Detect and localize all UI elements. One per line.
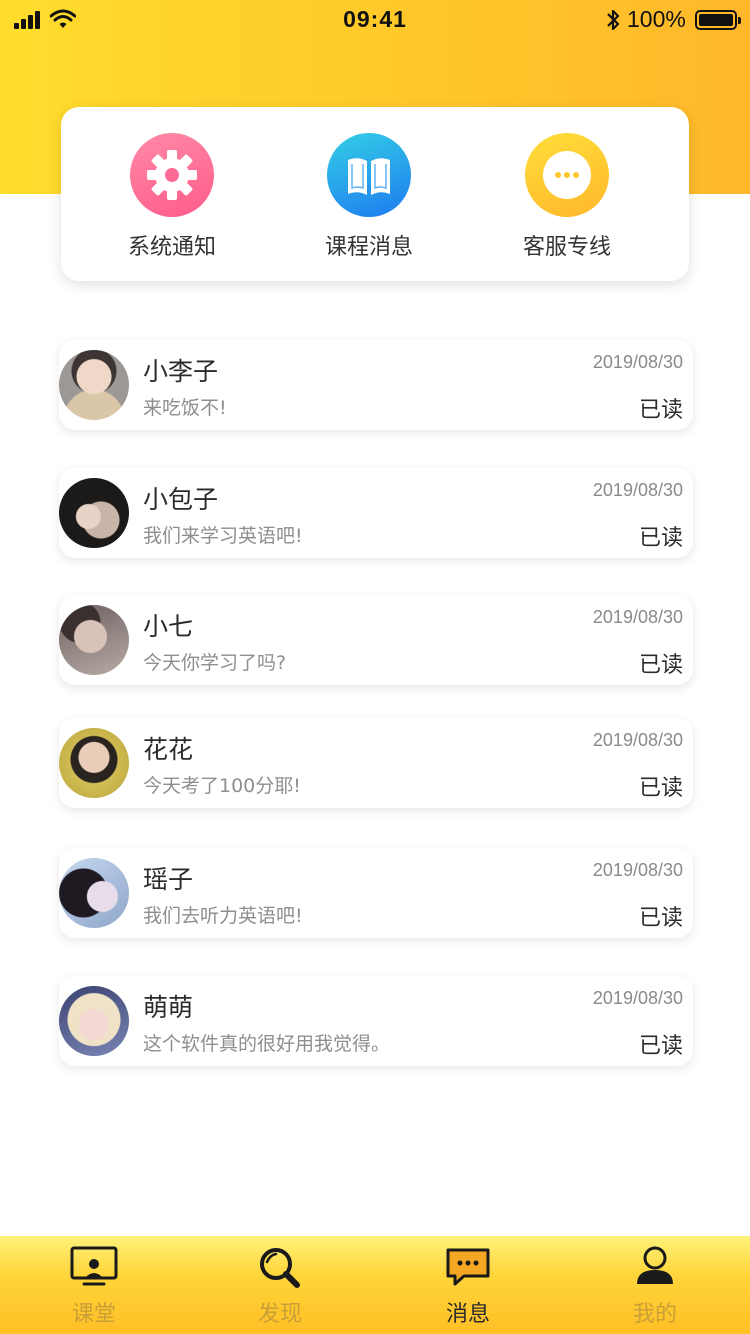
shortcut-customer-service[interactable]: 客服专线	[487, 133, 647, 261]
tab-label: 消息	[445, 1302, 490, 1327]
message-date: 2019/08/30	[592, 480, 683, 500]
contact-name: 小七	[143, 612, 194, 641]
bluetooth-icon	[607, 9, 620, 31]
avatar	[59, 728, 129, 798]
message-date: 2019/08/30	[592, 352, 683, 372]
tab-label: 课堂	[71, 1302, 116, 1327]
shortcut-label: 系统通知	[127, 235, 216, 260]
message-date: 2019/08/30	[592, 988, 683, 1008]
avatar	[59, 478, 129, 548]
message-icon	[446, 1248, 490, 1286]
message-preview: 今天你学习了吗?	[143, 652, 287, 674]
read-status: 已读	[638, 906, 683, 931]
contact-name: 萌萌	[143, 993, 194, 1022]
profile-icon	[637, 1246, 673, 1284]
message-item[interactable]: 小七 今天你学习了吗? 2019/08/30 已读	[59, 595, 693, 685]
search-icon	[260, 1248, 300, 1288]
message-preview: 今天考了100分耶!	[143, 775, 301, 797]
gear-icon	[130, 133, 214, 217]
status-bar: 09:41 100%	[0, 0, 750, 40]
shortcut-label: 客服专线	[522, 235, 611, 260]
message-preview: 我们去听力英语吧!	[143, 905, 303, 927]
message-preview: 来吃饭不!	[143, 397, 227, 419]
contact-name: 小李子	[143, 357, 219, 386]
avatar	[59, 858, 129, 928]
message-date: 2019/08/30	[592, 607, 683, 627]
message-item[interactable]: 小包子 我们来学习英语吧! 2019/08/30 已读	[59, 468, 693, 558]
more-dots-icon	[525, 133, 609, 217]
message-preview: 这个软件真的很好用我觉得。	[143, 1033, 391, 1055]
contact-name: 花花	[143, 735, 194, 764]
shortcut-card: 系统通知 课程消息 客服专线	[61, 107, 689, 281]
read-status: 已读	[638, 653, 683, 678]
book-icon	[327, 133, 411, 217]
message-item[interactable]: 花花 今天考了100分耶! 2019/08/30 已读	[59, 718, 693, 808]
message-date: 2019/08/30	[592, 860, 683, 880]
battery-percent: 100%	[627, 6, 686, 32]
message-date: 2019/08/30	[592, 730, 683, 750]
read-status: 已读	[638, 398, 683, 423]
tab-label: 发现	[257, 1302, 302, 1327]
classroom-icon	[70, 1246, 118, 1286]
avatar	[59, 986, 129, 1056]
shortcut-course-message[interactable]: 课程消息	[289, 133, 449, 261]
tab-classroom[interactable]: 课堂	[34, 1244, 154, 1328]
contact-name: 小包子	[143, 485, 219, 514]
message-preview: 我们来学习英语吧!	[143, 525, 303, 547]
tab-label: 我的	[632, 1302, 677, 1327]
message-item[interactable]: 萌萌 这个软件真的很好用我觉得。 2019/08/30 已读	[59, 976, 693, 1066]
tab-discover[interactable]: 发现	[220, 1244, 340, 1328]
contact-name: 瑶子	[143, 865, 194, 894]
battery-icon	[695, 10, 741, 30]
read-status: 已读	[638, 1034, 683, 1059]
tab-messages[interactable]: 消息	[408, 1244, 528, 1328]
tab-bar: 课堂 发现 消息 我的	[0, 1236, 750, 1334]
read-status: 已读	[638, 526, 683, 551]
avatar	[59, 350, 129, 420]
shortcut-system-notice[interactable]: 系统通知	[92, 133, 252, 261]
message-item[interactable]: 小李子 来吃饭不! 2019/08/30 已读	[59, 340, 693, 430]
message-item[interactable]: 瑶子 我们去听力英语吧! 2019/08/30 已读	[59, 848, 693, 938]
tab-profile[interactable]: 我的	[595, 1244, 715, 1328]
shortcut-label: 课程消息	[324, 235, 413, 260]
read-status: 已读	[638, 776, 683, 801]
avatar	[59, 605, 129, 675]
